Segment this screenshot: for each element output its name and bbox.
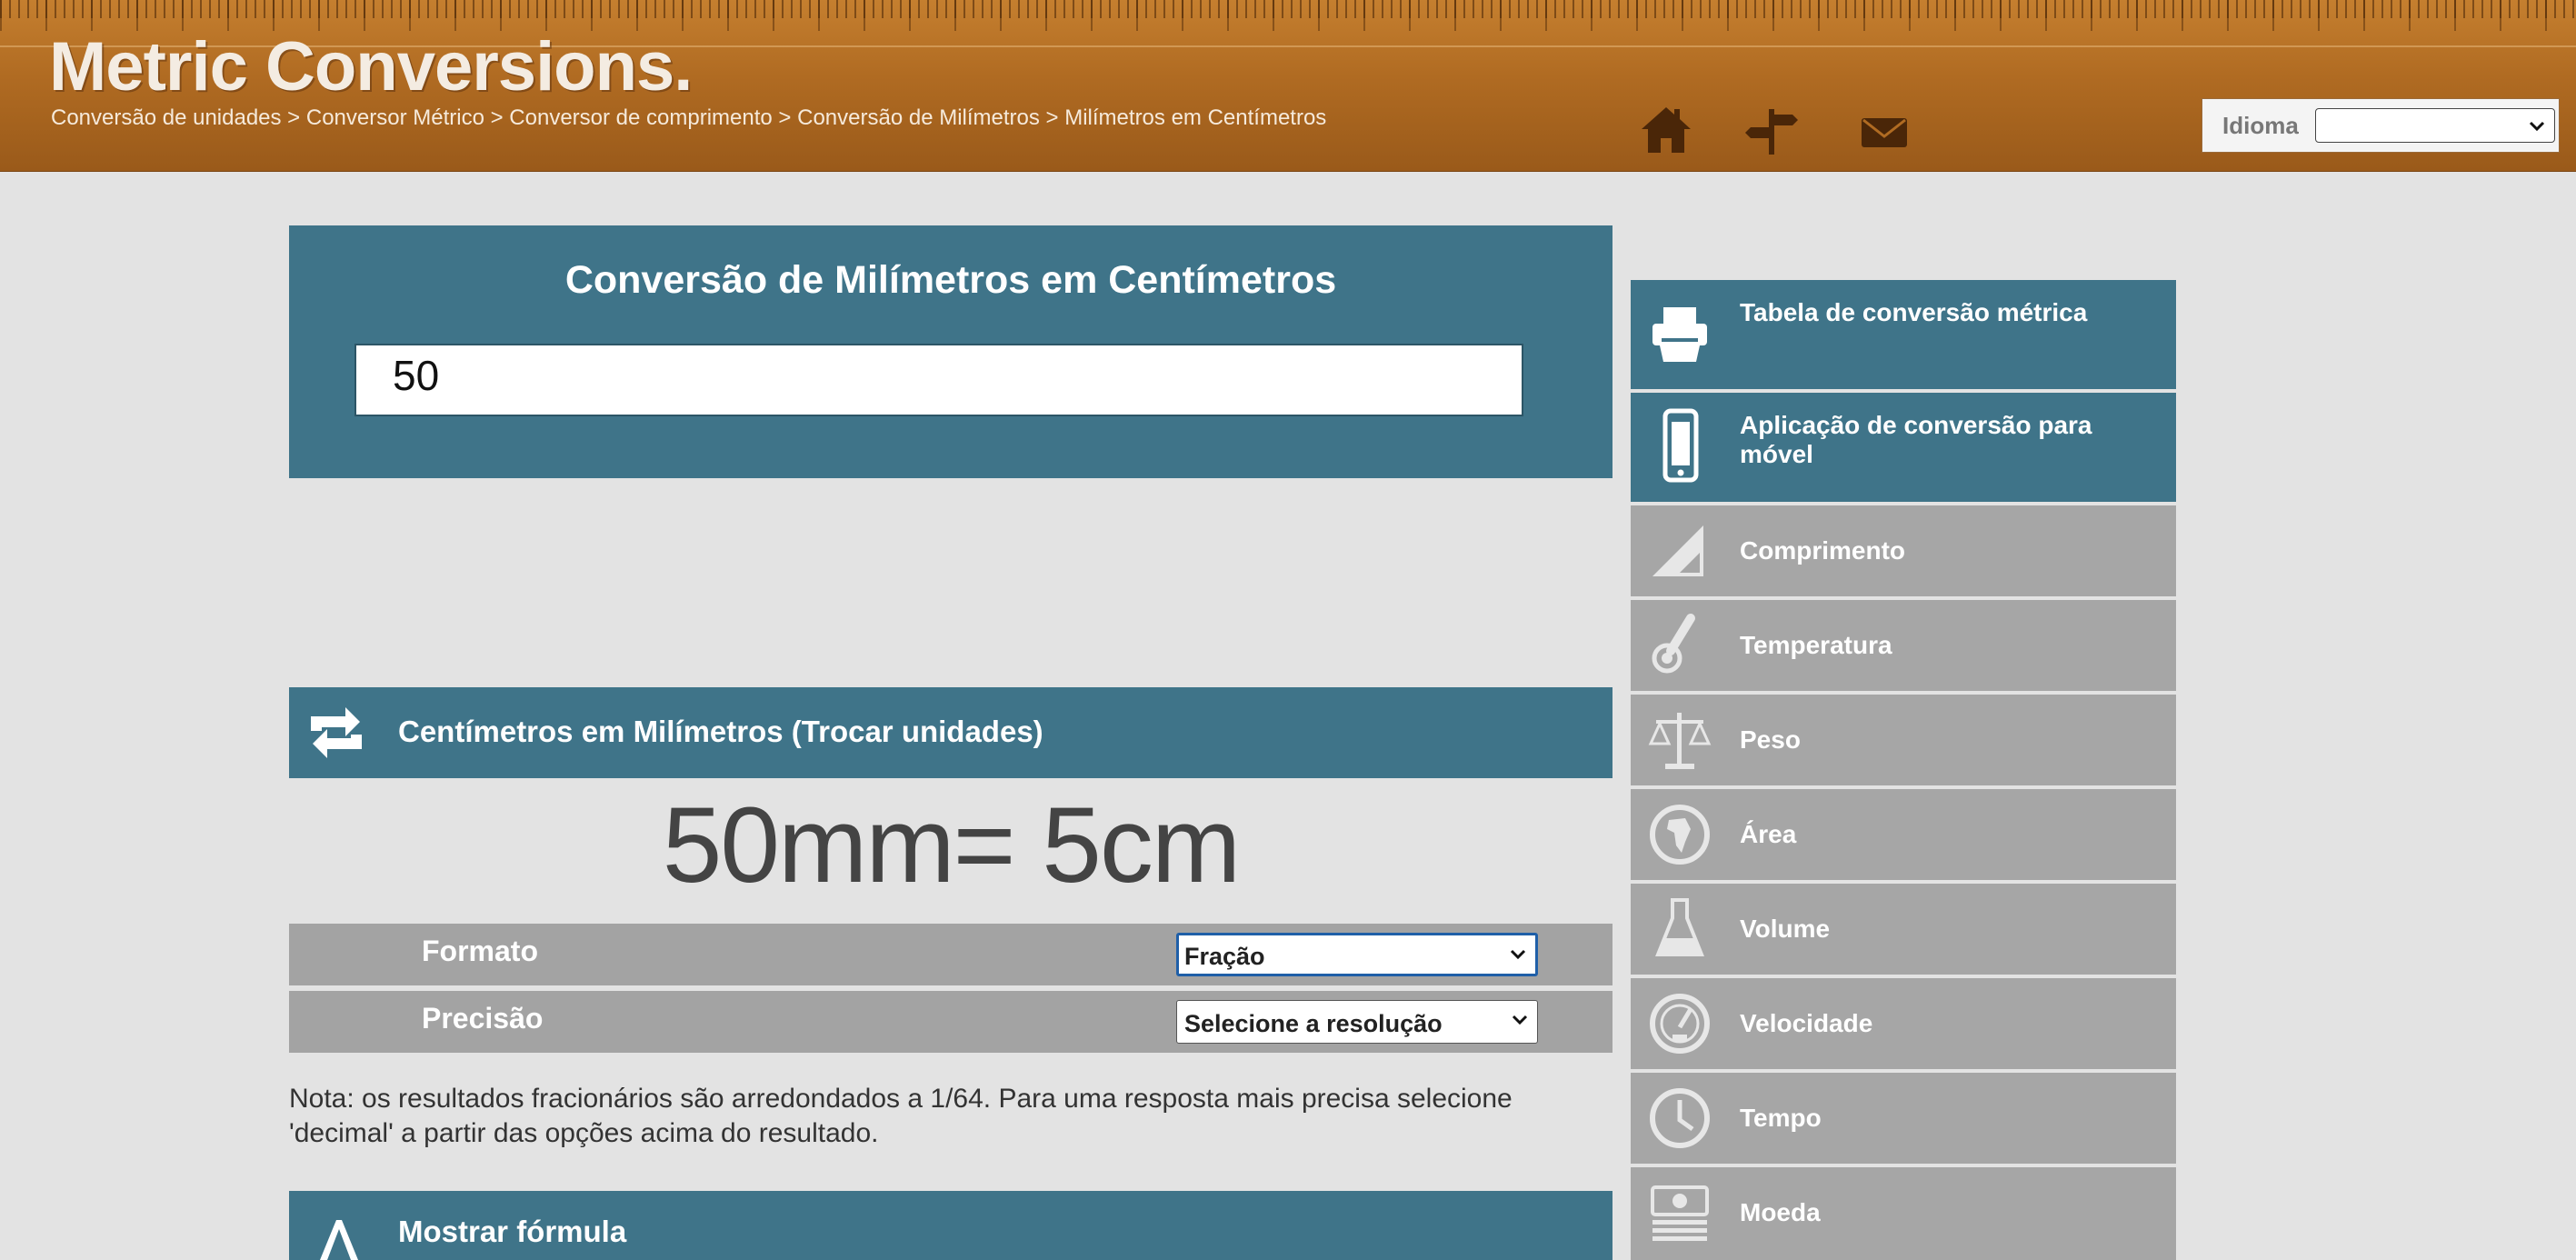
sidebar-item-label: Área: [1740, 820, 1797, 848]
sidebar-item-time[interactable]: Tempo: [1631, 1073, 2176, 1164]
swap-arrows-icon: [311, 707, 362, 758]
home-icon[interactable]: [1638, 102, 1694, 158]
conversion-result: 50mm= 5cm: [662, 785, 1241, 905]
banknotes-icon: [1651, 1185, 1709, 1241]
chevron-down-icon: [2529, 121, 2545, 132]
swap-units-label: Centímetros em Milímetros (Trocar unidad…: [398, 715, 1043, 748]
chevron-up-icon: [320, 1220, 358, 1260]
breadcrumb-separator: >: [484, 105, 510, 130]
envelope-icon[interactable]: [1856, 102, 1912, 158]
breadcrumb-separator: >: [1039, 105, 1065, 130]
sidebar-item-length[interactable]: Comprimento: [1631, 505, 2176, 596]
precision-select[interactable]: Selecione a resolução: [1176, 1000, 1538, 1044]
sidebar-item-label: Comprimento: [1740, 536, 1905, 565]
signpost-icon[interactable]: [1743, 102, 1800, 158]
format-row: Formato Fração: [289, 924, 1612, 985]
scales-icon: [1648, 713, 1712, 769]
breadcrumb-separator: >: [772, 105, 798, 130]
sidebar-item-speed[interactable]: Velocidade: [1631, 978, 2176, 1069]
sidebar-item-mobile-app[interactable]: Aplicação de conversão para móvel: [1631, 393, 2176, 502]
sidebar-item-weight[interactable]: Peso: [1631, 695, 2176, 785]
format-value: Fração: [1184, 943, 1265, 970]
sidebar-item-label: Temperatura: [1740, 631, 1892, 659]
breadcrumb-item[interactable]: Conversão de Milímetros: [797, 105, 1040, 130]
precision-label: Precisão: [422, 1002, 544, 1035]
printer-icon: [1652, 307, 1707, 362]
sidebar-item-label: Velocidade: [1740, 1009, 1873, 1037]
converter-title: Conversão de Milímetros em Centímetros: [564, 258, 1337, 302]
sidebar-item-temperature[interactable]: Temperatura: [1631, 600, 2176, 691]
sidebar-item-area[interactable]: Área: [1631, 789, 2176, 880]
sidebar-item-label: Aplicação de conversão para móvel: [1740, 411, 2092, 468]
site-logo[interactable]: Metric Conversions.: [49, 27, 693, 106]
sidebar-item-conversion-table[interactable]: Tabela de conversão métrica: [1631, 280, 2176, 389]
precision-row: Precisão Selecione a resolução: [289, 991, 1612, 1053]
breadcrumb-item[interactable]: Conversão de unidades: [51, 105, 282, 130]
converter-panel: Conversão de Milímetros em Centímetros 5…: [289, 225, 1612, 478]
swap-units-button[interactable]: Centímetros em Milímetros (Trocar unidad…: [289, 687, 1612, 778]
breadcrumb-separator: >: [281, 105, 306, 130]
sidebar-item-label: Tabela de conversão métrica: [1740, 298, 2088, 326]
language-label: Idioma: [2222, 112, 2299, 139]
format-label: Formato: [422, 935, 538, 967]
breadcrumb-item[interactable]: Conversor Métrico: [306, 105, 484, 130]
mobile-phone-icon: [1662, 408, 1699, 483]
flask-icon: [1655, 898, 1704, 956]
breadcrumb-item-current[interactable]: Milímetros em Centímetros: [1064, 105, 1326, 130]
speedometer-icon: [1650, 994, 1710, 1054]
sidebar-item-label: Peso: [1740, 725, 1801, 754]
rounding-note: Nota: os resultados fracionários são arr…: [289, 1084, 1513, 1148]
sidebar-item-label: Tempo: [1740, 1104, 1822, 1132]
site-header: Metric Conversions. Conversão de unidade…: [0, 0, 2576, 172]
thermometer-icon: [1652, 614, 1695, 674]
breadcrumb: Conversão de unidades > Conversor Métric…: [51, 105, 1326, 131]
chevron-down-icon: [1512, 1015, 1528, 1025]
clock-icon: [1650, 1088, 1710, 1148]
value-input[interactable]: 50: [354, 344, 1523, 416]
breadcrumb-item[interactable]: Conversor de comprimento: [509, 105, 772, 130]
globe-africa-icon: [1650, 805, 1710, 865]
sidebar-item-volume[interactable]: Volume: [1631, 884, 2176, 975]
ruler-decoration-major: [0, 0, 2576, 31]
language-dropdown[interactable]: [2315, 108, 2555, 143]
show-formula-button[interactable]: Mostrar fórmula: [289, 1191, 1612, 1260]
language-selector: Idioma: [2202, 98, 2560, 153]
ruler-triangle-icon: [1652, 525, 1703, 576]
sidebar-item-label: Moeda: [1740, 1198, 1821, 1226]
sidebar-item-currency[interactable]: Moeda: [1631, 1167, 2176, 1260]
chevron-down-icon: [1510, 949, 1526, 960]
show-formula-label: Mostrar fórmula: [398, 1215, 627, 1248]
precision-value: Selecione a resolução: [1184, 1010, 1443, 1037]
sidebar-item-label: Volume: [1740, 915, 1831, 943]
format-select[interactable]: Fração: [1176, 933, 1538, 976]
